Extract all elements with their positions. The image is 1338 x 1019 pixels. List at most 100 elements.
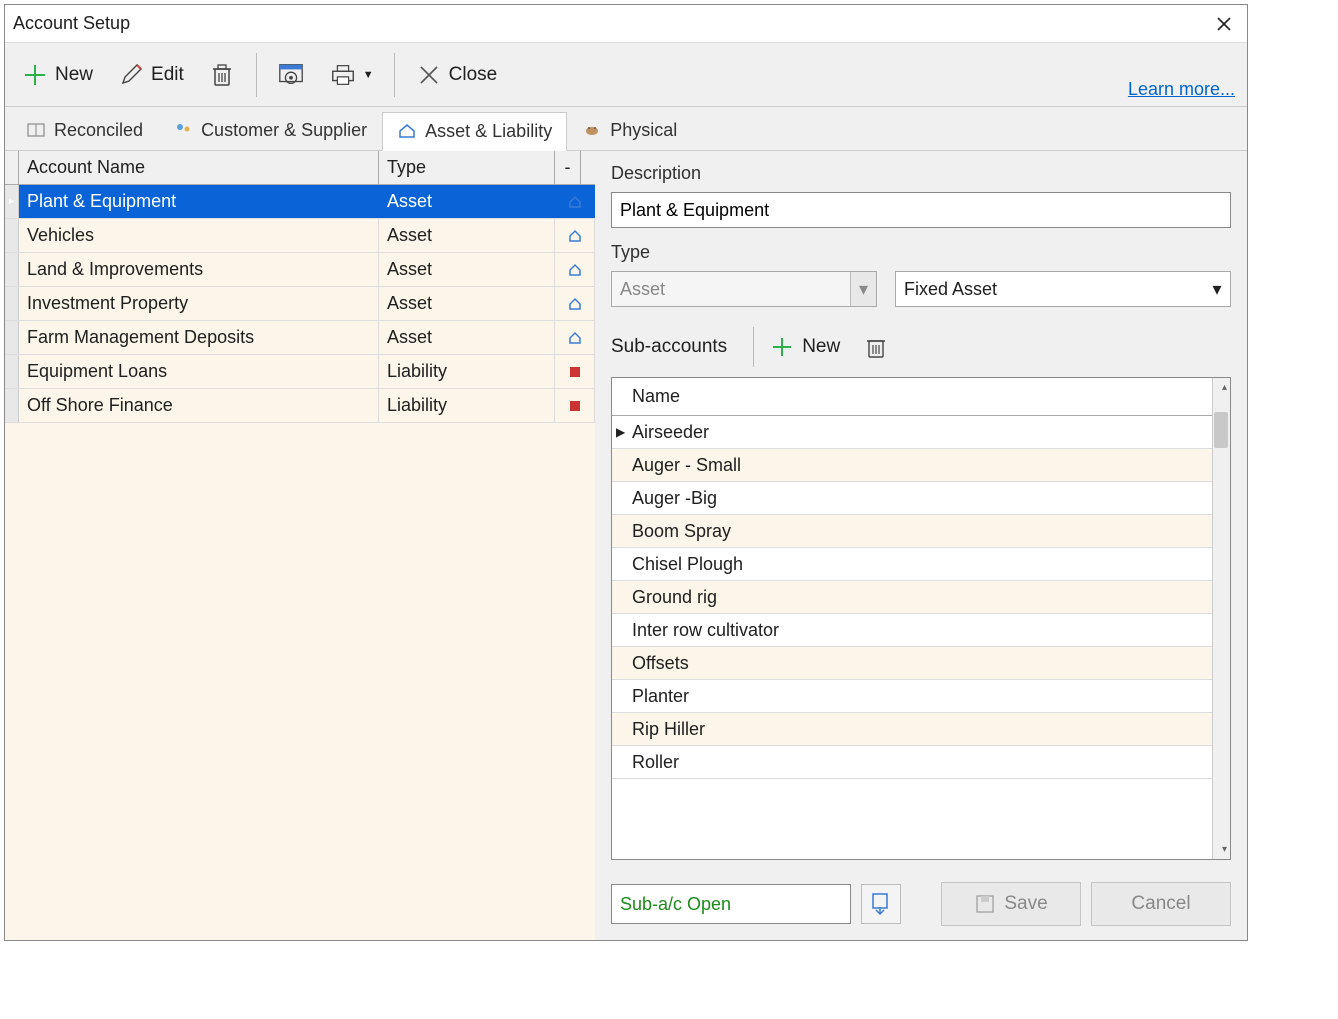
printer-icon <box>329 61 357 89</box>
chevron-down-icon: ▾ <box>850 272 876 306</box>
cell-type: Asset <box>379 219 555 252</box>
table-row[interactable]: Farm Management DepositsAsset <box>5 321 595 355</box>
close-button[interactable]: Close <box>407 55 506 95</box>
table-empty-area <box>5 423 595 940</box>
dropdown-arrow-icon: ▼ <box>363 69 374 81</box>
tab-bar: Reconciled Customer & Supplier Asset & L… <box>5 107 1247 151</box>
save-icon <box>974 893 996 915</box>
tab-label: Customer & Supplier <box>201 120 367 141</box>
sub-new-button[interactable]: New <box>760 327 848 367</box>
sub-list-item[interactable]: Offsets <box>612 647 1230 680</box>
cell-name: Land & Improvements <box>19 253 379 286</box>
content-area: Account Name Type - ▸Plant & EquipmentAs… <box>5 151 1247 940</box>
sub-item-name: Airseeder <box>632 422 709 443</box>
print-button[interactable]: ▼ <box>321 55 382 95</box>
scroll-thumb[interactable] <box>1214 412 1228 448</box>
cell-type: Asset <box>379 253 555 286</box>
cell-name: Plant & Equipment <box>19 185 379 218</box>
window-close-button[interactable] <box>1209 9 1239 39</box>
titlebar: Account Setup <box>5 5 1247 43</box>
plus-icon <box>21 61 49 89</box>
edit-label: Edit <box>151 64 184 86</box>
sub-accounts-label: Sub-accounts <box>611 336 747 358</box>
sub-list-item[interactable]: Chisel Plough <box>612 548 1230 581</box>
row-type-icon <box>555 321 595 354</box>
tab-label: Physical <box>610 120 677 141</box>
cell-name: Equipment Loans <box>19 355 379 388</box>
edit-button[interactable]: Edit <box>109 55 192 95</box>
toolbar-separator <box>256 53 257 97</box>
scrollbar[interactable]: ▴ ▾ <box>1212 378 1230 859</box>
table-body: ▸Plant & EquipmentAssetVehiclesAssetLand… <box>5 185 595 423</box>
sub-item-name: Inter row cultivator <box>632 620 779 641</box>
pencil-icon <box>117 61 145 89</box>
cell-name: Investment Property <box>19 287 379 320</box>
table-row[interactable]: VehiclesAsset <box>5 219 595 253</box>
plus-icon <box>768 333 796 361</box>
row-type-icon <box>555 253 595 286</box>
table-row[interactable]: ▸Plant & EquipmentAsset <box>5 185 595 219</box>
sub-table-body: ▶Airseeder Auger - Small Auger -Big Boom Sp… <box>612 416 1230 859</box>
sub-list-item[interactable]: Auger - Small <box>612 449 1230 482</box>
delete-button[interactable] <box>200 55 244 95</box>
sub-item-name: Roller <box>632 752 679 773</box>
save-button[interactable]: Save <box>941 882 1081 926</box>
sub-list-item[interactable]: Boom Spray <box>612 515 1230 548</box>
type-primary-select[interactable]: Asset ▾ <box>611 271 877 307</box>
cell-type: Liability <box>379 355 555 388</box>
description-input[interactable] <box>611 192 1231 228</box>
cell-type: Asset <box>379 321 555 354</box>
bottom-row: Sub-a/c Open Save Cancel <box>611 876 1231 932</box>
sub-list-item[interactable]: Rip Hiller <box>612 713 1230 746</box>
tab-asset-liability[interactable]: Asset & Liability <box>382 112 567 151</box>
row-type-icon <box>555 287 595 320</box>
sub-list-item[interactable]: Inter row cultivator <box>612 614 1230 647</box>
sub-list-item[interactable]: ▶Airseeder <box>612 416 1230 449</box>
new-button[interactable]: New <box>13 55 101 95</box>
cancel-button[interactable]: Cancel <box>1091 882 1231 926</box>
cancel-label: Cancel <box>1131 893 1190 915</box>
col-header-type[interactable]: Type <box>379 151 555 184</box>
import-icon <box>868 891 894 917</box>
table-row[interactable]: Equipment LoansLiability <box>5 355 595 389</box>
row-type-icon <box>555 355 595 388</box>
import-button[interactable] <box>861 884 901 924</box>
sub-list-item[interactable]: Planter <box>612 680 1230 713</box>
sub-item-name: Rip Hiller <box>632 719 705 740</box>
cow-icon <box>582 122 602 140</box>
type-secondary-select[interactable]: Fixed Asset ▾ <box>895 271 1231 307</box>
table-row[interactable]: Land & ImprovementsAsset <box>5 253 595 287</box>
type-secondary-value: Fixed Asset <box>904 279 997 300</box>
table-row[interactable]: Investment PropertyAsset <box>5 287 595 321</box>
sub-item-name: Auger -Big <box>632 488 717 509</box>
sub-item-name: Boom Spray <box>632 521 731 542</box>
sub-item-name: Ground rig <box>632 587 717 608</box>
type-label: Type <box>611 242 1231 263</box>
people-icon <box>173 122 193 140</box>
tab-reconciled[interactable]: Reconciled <box>11 111 158 150</box>
tab-physical[interactable]: Physical <box>567 111 692 150</box>
cell-name: Vehicles <box>19 219 379 252</box>
table-header: Account Name Type - <box>5 151 595 185</box>
sub-list-item[interactable]: Ground rig <box>612 581 1230 614</box>
detail-pane: Description Type Asset ▾ Fixed Asset ▾ S… <box>595 151 1247 940</box>
cell-name: Farm Management Deposits <box>19 321 379 354</box>
settings-button[interactable] <box>269 55 313 95</box>
close-icon <box>1216 16 1232 32</box>
sub-ac-open-field[interactable]: Sub-a/c Open <box>611 884 851 924</box>
sub-item-name: Auger - Small <box>632 455 741 476</box>
col-header-name[interactable]: Account Name <box>19 151 379 184</box>
table-row[interactable]: Off Shore FinanceLiability <box>5 389 595 423</box>
sub-list-item[interactable]: Auger -Big <box>612 482 1230 515</box>
cell-type: Liability <box>379 389 555 422</box>
col-header-dash[interactable]: - <box>555 151 581 184</box>
sub-col-header-name[interactable]: Name <box>612 378 1230 416</box>
sub-list-item[interactable]: Roller <box>612 746 1230 779</box>
tab-customer-supplier[interactable]: Customer & Supplier <box>158 111 382 150</box>
toolbar: New Edit ▼ <box>5 43 1247 107</box>
tab-label: Asset & Liability <box>425 121 552 142</box>
learn-more-link[interactable]: Learn more... <box>1128 79 1235 100</box>
x-icon <box>415 61 443 89</box>
toolbar-separator-2 <box>394 53 395 97</box>
sub-delete-button[interactable] <box>854 327 898 367</box>
